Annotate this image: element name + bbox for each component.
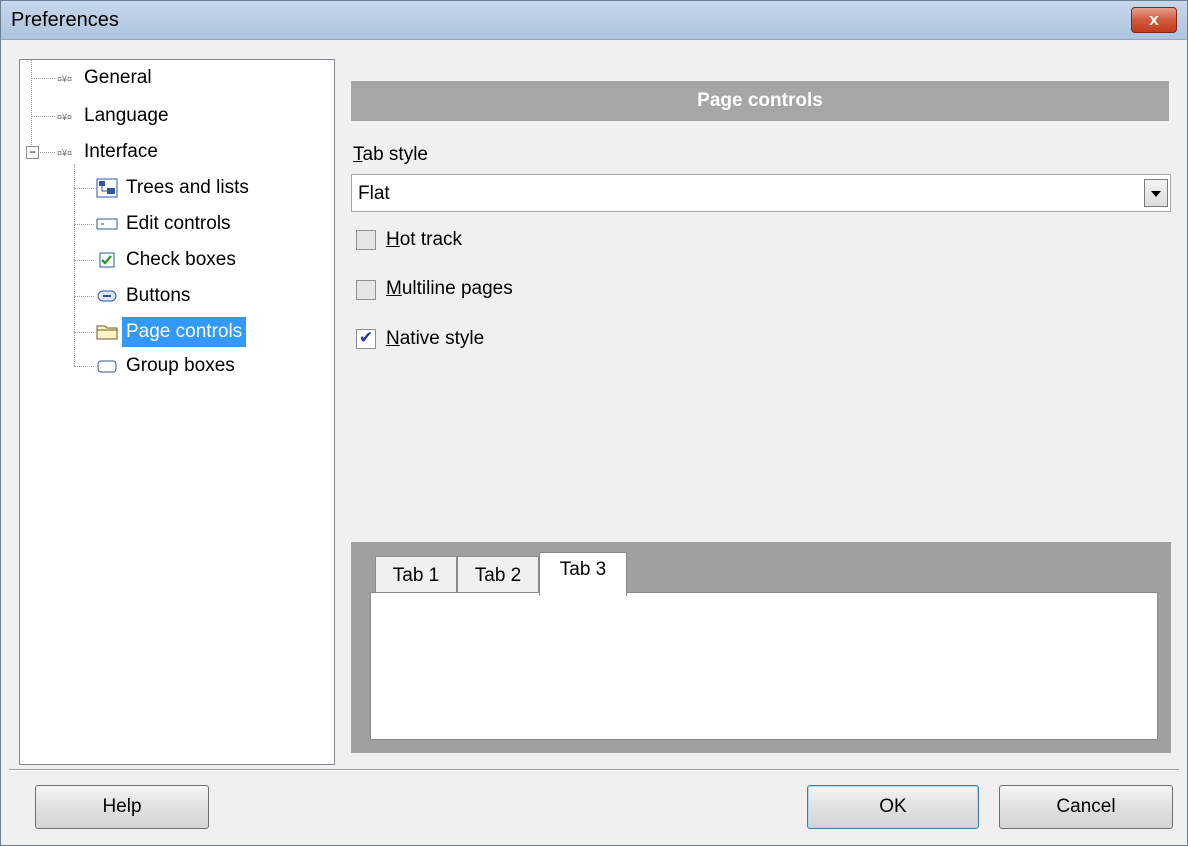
tree-item-label: General <box>84 67 152 88</box>
tree-item-general[interactable]: ¤¥¤ General <box>56 63 156 93</box>
tab-style-value: Flat <box>358 183 390 204</box>
tree-line <box>74 296 94 297</box>
help-button[interactable]: Help <box>35 785 209 829</box>
native-style-label[interactable]: Native style <box>386 328 484 350</box>
tree-item-page-controls[interactable]: Page controls <box>96 317 247 347</box>
group-box-icon <box>97 360 117 373</box>
button-icon <box>97 290 117 302</box>
ok-button[interactable]: OK <box>807 785 979 829</box>
tree-item-label: Check boxes <box>126 249 236 270</box>
tree-item-label: Buttons <box>126 285 191 306</box>
native-style-checkbox[interactable] <box>356 328 376 349</box>
tree-line <box>74 366 94 367</box>
multiline-pages-checkbox[interactable] <box>356 280 376 300</box>
tree-line <box>74 332 94 333</box>
hot-track-label[interactable]: Hot track <box>386 229 462 251</box>
page-control-preview: Tab 1 Tab 2 Tab 3 <box>351 542 1171 753</box>
tree-item-label: Interface <box>84 141 158 162</box>
preview-tab-1[interactable]: Tab 1 <box>375 556 457 594</box>
preferences-tree[interactable]: − ¤¥¤ General ¤¥¤ Language ¤¥¤ Interface… <box>19 59 335 765</box>
settings-icon: ¤¥¤ <box>57 112 72 122</box>
cancel-button[interactable]: Cancel <box>999 785 1173 829</box>
settings-icon: ¤¥¤ <box>57 74 72 84</box>
preview-tab-3[interactable]: Tab 3 <box>539 552 627 596</box>
tree-line <box>31 60 32 151</box>
collapse-toggle-icon[interactable]: − <box>26 146 39 159</box>
tree-item-language[interactable]: ¤¥¤ Language <box>56 101 173 131</box>
svg-text:¤¥¤: ¤¥¤ <box>57 74 72 84</box>
tree-line <box>74 260 94 261</box>
dropdown-arrow-icon[interactable] <box>1144 179 1168 207</box>
close-button[interactable]: x <box>1131 7 1177 33</box>
tree-item-label: Language <box>84 105 169 126</box>
section-header: Page controls <box>351 81 1169 121</box>
tree-icon <box>96 178 118 198</box>
tree-item-group-boxes[interactable]: Group boxes <box>96 351 239 381</box>
settings-icon: ¤¥¤ <box>57 148 72 158</box>
tree-item-check-boxes[interactable]: Check boxes <box>96 245 240 275</box>
tree-item-edit-controls[interactable]: Edit controls <box>96 209 235 239</box>
folder-tab-icon <box>96 325 118 340</box>
footer-divider <box>9 769 1179 771</box>
tree-item-interface[interactable]: ¤¥¤ Interface <box>56 137 162 167</box>
title-bar: Preferences x <box>1 1 1187 40</box>
svg-text:¤¥¤: ¤¥¤ <box>57 148 72 158</box>
tree-item-label: Edit controls <box>126 213 231 234</box>
tree-line <box>38 152 55 153</box>
preview-tab-2[interactable]: Tab 2 <box>457 556 539 594</box>
tree-line <box>74 188 94 189</box>
tree-line <box>31 78 55 79</box>
tab-style-select[interactable]: Flat <box>351 174 1171 212</box>
tree-line <box>74 164 75 366</box>
tree-item-trees-and-lists[interactable]: Trees and lists <box>96 173 253 203</box>
tab-style-label: Tab style <box>353 144 428 165</box>
multiline-pages-label[interactable]: Multiline pages <box>386 278 513 300</box>
edit-control-icon <box>96 218 118 230</box>
tree-item-label: Page controls <box>122 317 247 347</box>
preferences-window: Preferences x − ¤¥¤ General ¤¥¤ Language… <box>0 0 1188 846</box>
svg-text:¤¥¤: ¤¥¤ <box>57 112 72 122</box>
tree-item-label: Group boxes <box>126 355 235 376</box>
tree-item-buttons[interactable]: Buttons <box>96 281 194 311</box>
checkbox-icon <box>99 252 115 268</box>
tree-item-label: Trees and lists <box>126 177 249 198</box>
preview-tab-content <box>370 592 1158 740</box>
tree-line <box>31 116 55 117</box>
window-title: Preferences <box>11 9 119 31</box>
tree-line <box>74 224 94 225</box>
hot-track-checkbox[interactable] <box>356 230 376 250</box>
